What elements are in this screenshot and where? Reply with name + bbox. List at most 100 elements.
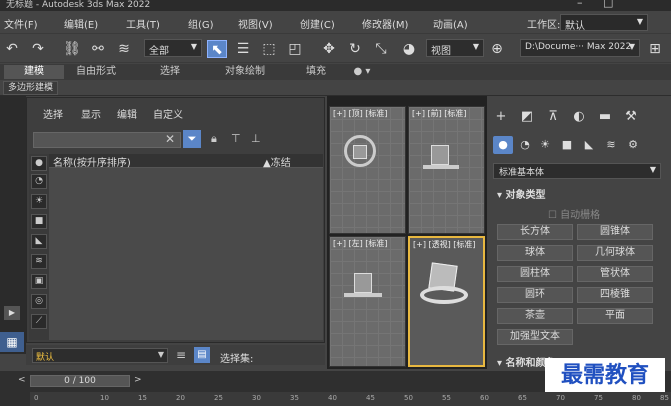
slider-prev-icon[interactable]: < (18, 375, 26, 385)
helpers-category-icon[interactable]: ◣ (579, 136, 599, 154)
maximize-button[interactable]: □ (603, 0, 613, 9)
viewport-perspective[interactable]: [+] [透视] [标准] (408, 236, 485, 367)
scene-search-input[interactable] (33, 132, 181, 148)
viewport-front[interactable]: [+] [前] [标准] (408, 106, 485, 234)
object-type-rollout[interactable]: ▾ 对象类型 (497, 186, 546, 201)
systems-category-icon[interactable]: ⚙ (623, 136, 643, 154)
sphere-button[interactable]: 球体 (497, 245, 573, 261)
shapes-category-icon[interactable]: ◔ (515, 136, 535, 154)
lights-category-icon[interactable]: ☀ (535, 136, 555, 154)
torus-button[interactable]: 圆环 (497, 287, 573, 303)
rotate-icon[interactable]: ↻ (345, 40, 365, 58)
scale-icon[interactable]: ⤡ (371, 40, 391, 58)
time-slider[interactable]: 0 / 100 (30, 375, 130, 387)
select-by-name-icon[interactable]: ☰ (233, 40, 253, 58)
spacewarp-filter-icon[interactable]: ≋ (31, 254, 47, 269)
se-menu-display[interactable]: 显示 (81, 106, 101, 121)
reference-coord-select[interactable]: 视图 ▼ (426, 39, 484, 57)
project-folder-icon[interactable]: ⊞ (645, 40, 665, 58)
link-icon[interactable]: ⛓ (62, 40, 82, 58)
bone-filter-icon[interactable]: ⟋ (31, 314, 47, 329)
ribbon-options-icon[interactable]: ● ▾ (348, 65, 376, 79)
geometry-filter-icon[interactable]: ● (31, 156, 47, 171)
scene-object-list[interactable] (49, 168, 323, 340)
rect-selection-icon[interactable]: ⬚ (259, 40, 279, 58)
pyramid-button[interactable]: 四棱锥 (577, 287, 653, 303)
tube-button[interactable]: 管状体 (577, 266, 653, 282)
tab-modeling[interactable]: 建模 (4, 65, 64, 79)
primitive-type-select[interactable]: 标准基本体 ▼ (493, 163, 661, 179)
hierarchy-tab-icon[interactable]: ⊼ (543, 108, 563, 126)
expand-arrow-icon[interactable]: ▶ (4, 306, 20, 320)
xref-filter-icon[interactable]: ◎ (31, 294, 47, 309)
cameras-category-icon[interactable]: ■ (557, 136, 577, 154)
light-filter-icon[interactable]: ☀ (31, 194, 47, 209)
undo-icon[interactable]: ↶ (2, 40, 22, 58)
geometry-category-icon[interactable]: ● (493, 136, 513, 154)
menu-tools[interactable]: 工具(T) (126, 16, 160, 31)
menu-create[interactable]: 创建(C) (300, 16, 335, 31)
redo-icon[interactable]: ↷ (28, 40, 48, 58)
shape-filter-icon[interactable]: ◔ (31, 174, 47, 189)
place-icon[interactable]: ◕ (399, 40, 419, 58)
viewport-label[interactable]: [+] [顶] [标准] (333, 108, 388, 119)
viewport-top[interactable]: [+] [顶] [标准] (329, 106, 406, 234)
unlink-icon[interactable]: ⚯ (88, 40, 108, 58)
menu-file[interactable]: 文件(F) (4, 16, 38, 31)
tab-object-paint[interactable]: 对象绘制 (212, 65, 278, 79)
layer-select[interactable]: 默认 ▼ (32, 348, 168, 363)
autogrid-checkbox[interactable]: ☐ 自动栅格 (548, 206, 600, 221)
teapot-button[interactable]: 茶壶 (497, 308, 573, 324)
motion-tab-icon[interactable]: ◐ (569, 108, 589, 126)
spacewarps-category-icon[interactable]: ≋ (601, 136, 621, 154)
tab-freeform[interactable]: 自由形式 (66, 65, 126, 79)
lock-icon[interactable]: 🔒︎ (211, 132, 217, 146)
viewport-layout-icon[interactable]: ▦ (0, 332, 24, 352)
se-menu-edit[interactable]: 编辑 (117, 106, 137, 121)
cone-button[interactable]: 圆锥体 (577, 224, 653, 240)
cylinder-button[interactable]: 圆柱体 (497, 266, 573, 282)
window-crossing-icon[interactable]: ◰ (285, 40, 305, 58)
create-tab-icon[interactable]: + (491, 108, 511, 126)
column-frozen[interactable]: ▲冻结 (263, 154, 291, 169)
filter-icon[interactable]: ⏷ (183, 130, 201, 148)
column-name[interactable]: 名称(按升序排序) (53, 154, 131, 169)
tab-selection[interactable]: 选择 (140, 65, 200, 79)
polygon-modeling-tab[interactable]: 多边形建模 (3, 81, 59, 95)
selection-filter-select[interactable]: 全部 ▼ (144, 39, 202, 57)
menu-view[interactable]: 视图(V) (238, 16, 273, 31)
menu-animation[interactable]: 动画(A) (433, 16, 468, 31)
geosphere-button[interactable]: 几何球体 (577, 245, 653, 261)
se-menu-select[interactable]: 选择 (43, 106, 63, 121)
viewport-label[interactable]: [+] [前] [标准] (412, 108, 467, 119)
pivot-icon[interactable]: ⊕ (487, 40, 507, 58)
scene-explorer-icon[interactable]: ▤ (194, 347, 210, 363)
timeline-ruler[interactable]: 0 10 15 20 25 30 35 40 45 50 55 60 65 70… (30, 392, 671, 406)
layer-hierarchy-icon[interactable]: ⊥ (251, 132, 261, 145)
slider-next-icon[interactable]: > (134, 375, 142, 385)
workspace-select[interactable]: 默认 ▼ (560, 14, 648, 32)
box-button[interactable]: 长方体 (497, 224, 573, 240)
se-menu-customize[interactable]: 自定义 (153, 106, 183, 121)
menu-edit[interactable]: 编辑(E) (64, 16, 98, 31)
viewport-label[interactable]: [+] [透视] [标准] (413, 239, 476, 250)
bind-spacewarp-icon[interactable]: ≋ (114, 40, 134, 58)
helper-filter-icon[interactable]: ◣ (31, 234, 47, 249)
layers-icon[interactable]: ≡ (176, 348, 186, 362)
modify-tab-icon[interactable]: ◩ (517, 108, 537, 126)
utilities-tab-icon[interactable]: ⚒ (621, 108, 641, 126)
clear-search-icon[interactable]: ✕ (165, 132, 175, 146)
menu-group[interactable]: 组(G) (188, 16, 214, 31)
plane-button[interactable]: 平面 (577, 308, 653, 324)
viewport-label[interactable]: [+] [左] [标准] (333, 238, 388, 249)
display-tab-icon[interactable]: ▬ (595, 108, 615, 126)
select-object-icon[interactable]: ⬉ (207, 40, 227, 58)
text-plus-button[interactable]: 加强型文本 (497, 329, 573, 345)
move-icon[interactable]: ✥ (319, 40, 339, 58)
group-filter-icon[interactable]: ▣ (31, 274, 47, 289)
tab-populate[interactable]: 填充 (290, 65, 342, 79)
minimize-button[interactable]: – (577, 0, 583, 9)
project-path-select[interactable]: D:\Docume··· Max 2022 ▼ (520, 39, 640, 57)
hierarchy-icon[interactable]: ⊤ (231, 132, 241, 145)
menu-modifiers[interactable]: 修改器(M) (362, 16, 408, 31)
